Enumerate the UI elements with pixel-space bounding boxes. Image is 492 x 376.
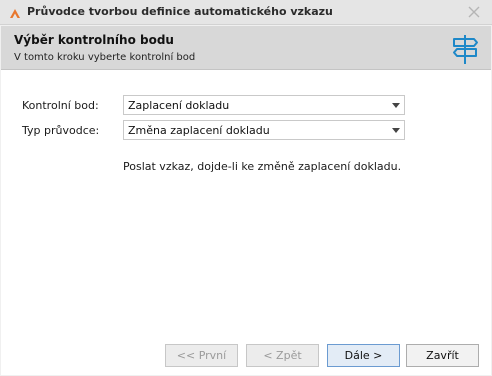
step-title: Výběr kontrolního bodu: [14, 33, 174, 47]
chevron-down-icon: [392, 128, 400, 133]
checkpoint-value: Zaplacení dokladu: [128, 99, 230, 112]
first-button[interactable]: << První: [165, 344, 238, 367]
checkpoint-description: Poslat vzkaz, dojde-li ke změně zaplacen…: [123, 160, 402, 173]
next-button[interactable]: Dále >: [327, 344, 400, 367]
wizard-content: Kontrolní bod: Zaplacení dokladu Typ prů…: [1, 70, 491, 375]
close-icon[interactable]: [466, 4, 482, 20]
step-subtitle: V tomto kroku vyberte kontrolní bod: [14, 52, 196, 63]
app-logo-icon: [10, 9, 20, 18]
wizard-type-value: Změna zaplacení dokladu: [128, 124, 270, 137]
title-bar: Průvodce tvorbou definice automatického …: [0, 0, 492, 25]
close-button[interactable]: Zavřít: [406, 344, 479, 367]
wizard-type-select[interactable]: Změna zaplacení dokladu: [123, 120, 405, 140]
wizard-type-label: Typ průvodce:: [22, 124, 100, 137]
checkpoint-label: Kontrolní bod:: [22, 99, 99, 112]
chevron-down-icon: [392, 103, 400, 108]
window-title: Průvodce tvorbou definice automatického …: [27, 5, 333, 18]
wizard-header: Výběr kontrolního bodu V tomto kroku vyb…: [1, 26, 491, 70]
signpost-icon: [453, 35, 478, 64]
back-button[interactable]: < Zpět: [246, 344, 319, 367]
checkpoint-select[interactable]: Zaplacení dokladu: [123, 95, 405, 115]
